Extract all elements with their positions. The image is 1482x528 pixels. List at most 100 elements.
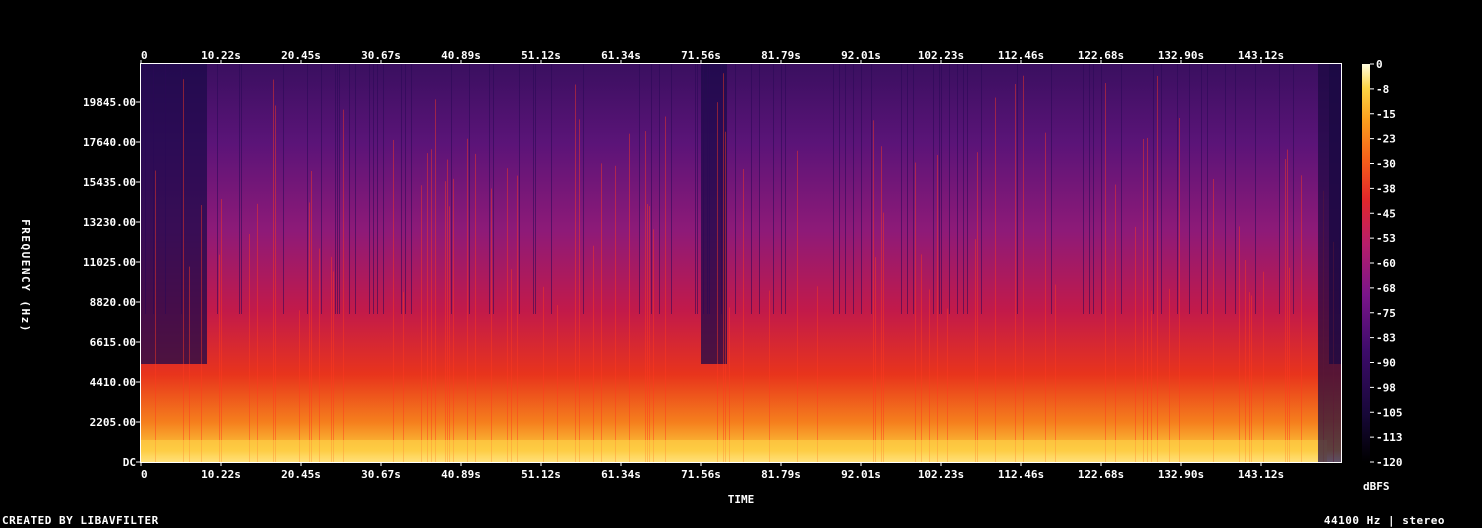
- spectrogram-column: [489, 64, 490, 314]
- y-tick-label: DC: [123, 456, 136, 469]
- spectrogram-column: [697, 64, 698, 314]
- spectrogram-column: [665, 116, 666, 463]
- spectrogram-column: [1089, 64, 1090, 314]
- spectrogram-column: [1201, 64, 1202, 314]
- spectrogram-column: [1045, 132, 1046, 462]
- spectrogram-column: [1023, 75, 1024, 463]
- colorbar-unit: dBFS: [1363, 480, 1390, 493]
- spectrogram-column: [725, 131, 726, 462]
- x-tick-label-bottom: 40.89s: [441, 468, 481, 481]
- footer-credit: CREATED BY LIBAVFILTER: [2, 514, 159, 527]
- spectrogram-column: [1157, 75, 1158, 463]
- spectrogram-column: [1153, 64, 1154, 314]
- spectrogram-column: [205, 64, 207, 364]
- spectrogram-column: [141, 64, 143, 364]
- footer-audio-info: 44100 Hz | stereo: [1323, 514, 1445, 527]
- spectrogram-column: [403, 292, 404, 462]
- x-axis-bottom: 0 10.22s 20.45s 30.67s 40.89s 51.12s 61.34s 71.…: [140, 462, 1284, 481]
- colorbar-tick-label: -45: [1376, 207, 1396, 220]
- spectrogram-column: [217, 64, 218, 314]
- spectrogram-column: [671, 64, 672, 314]
- spectrogram-column: [343, 109, 344, 462]
- spectrogram-column: [155, 170, 156, 462]
- spectrogram-column: [1151, 310, 1152, 462]
- spectrogram-column: [159, 64, 161, 364]
- spectrogram-column: [913, 64, 914, 314]
- y-tick-label: 8820.00: [90, 296, 136, 309]
- x-tick-label-bottom: 132.90s: [1158, 468, 1204, 481]
- x-tick-label-bottom: 10.22s: [201, 468, 241, 481]
- spectrogram-column: [435, 99, 436, 462]
- y-tick-label: 11025.00: [83, 256, 136, 269]
- spectrogram-column: [1017, 64, 1018, 314]
- x-tick-label-bottom: 20.45s: [281, 468, 321, 481]
- spectrogram-column: [915, 162, 916, 463]
- y-axis: DC 2205.00 4410.00 6615.00 8820.00 11025.00 13…: [83, 96, 141, 469]
- x-tick-label-bottom: 61.34s: [601, 468, 641, 481]
- spectrogram-column: [1093, 64, 1094, 314]
- spectrogram-column: [839, 64, 840, 314]
- spectrogram-column: [201, 205, 202, 462]
- spectrogram-column: [169, 64, 171, 364]
- spectrogram-column: [177, 64, 179, 364]
- colorbar-tick-label: -15: [1376, 108, 1396, 121]
- spectrogram-column: [941, 64, 942, 314]
- spectrogram-column: [219, 254, 220, 462]
- spectrogram-column: [1161, 64, 1162, 314]
- spectrogram-column: [145, 64, 146, 314]
- y-tick-label: 4410.00: [90, 376, 136, 389]
- spectrogram-column: [453, 178, 454, 462]
- spectrogram-column: [575, 84, 576, 463]
- spectrogram-column: [781, 64, 782, 314]
- spectrogram-column: [299, 310, 300, 462]
- x-tick-label-bottom: 81.79s: [761, 468, 801, 481]
- spectrogram-column: [1263, 271, 1264, 462]
- spectrogram-column: [187, 64, 189, 364]
- spectrogram-column: [1235, 64, 1236, 314]
- spectrogram-column: [937, 154, 938, 462]
- spectrogram-column: [751, 64, 752, 314]
- spectrogram-column: [579, 119, 580, 463]
- spectrogram-column: [711, 64, 713, 364]
- x-tick-label-bottom: 51.12s: [521, 468, 561, 481]
- spectrogram-column: [871, 64, 872, 314]
- spectrogram-column: [949, 64, 950, 314]
- spectrogram-column: [639, 64, 640, 314]
- spectrogram-column: [189, 266, 190, 462]
- spectrogram-column: [773, 64, 774, 314]
- spectrogram-column: [797, 150, 798, 462]
- colorbar-tick-label: -60: [1376, 257, 1396, 270]
- colorbar-tick-label: -38: [1376, 182, 1396, 195]
- spectrogram-column: [1279, 64, 1280, 314]
- spectrogram-column: [449, 206, 450, 462]
- spectrogram-low-band: [141, 440, 1327, 462]
- spectrogram-column: [629, 133, 630, 462]
- x-tick-label-top: 0: [141, 49, 148, 62]
- spectrogram-column: [705, 64, 707, 364]
- spectrogram-column: [967, 64, 968, 314]
- colorbar-tick-label: -23: [1376, 133, 1396, 146]
- spectrogram-column: [873, 120, 874, 462]
- x-tick-label-bottom: 71.56s: [681, 468, 721, 481]
- spectrogram-column: [373, 64, 374, 314]
- y-tick-label: 6615.00: [90, 336, 136, 349]
- spectrogram-column: [769, 290, 770, 462]
- spectrogram-column: [981, 64, 982, 314]
- spectrogram-column: [551, 64, 552, 314]
- colorbar-tick-label: -90: [1376, 357, 1396, 370]
- spectrogram-column: [469, 64, 470, 314]
- spectrogram-column: [703, 64, 704, 314]
- spectrogram-column: [337, 64, 338, 314]
- colorbar-tick-label: -8: [1376, 83, 1389, 96]
- spectrogram-column: [163, 64, 165, 364]
- spectrogram-column: [275, 105, 276, 463]
- spectrogram-column: [1143, 138, 1144, 463]
- spectrogram-column: [1289, 267, 1290, 462]
- spectrogram-column: [493, 64, 494, 314]
- spectrogram-column: [431, 149, 432, 462]
- spectrogram-column: [183, 79, 184, 463]
- spectrogram-column: [1255, 64, 1256, 314]
- spectrogram-column: [167, 64, 169, 364]
- x-tick-label-bottom: 30.67s: [361, 468, 401, 481]
- spectrogram-column: [1207, 64, 1208, 314]
